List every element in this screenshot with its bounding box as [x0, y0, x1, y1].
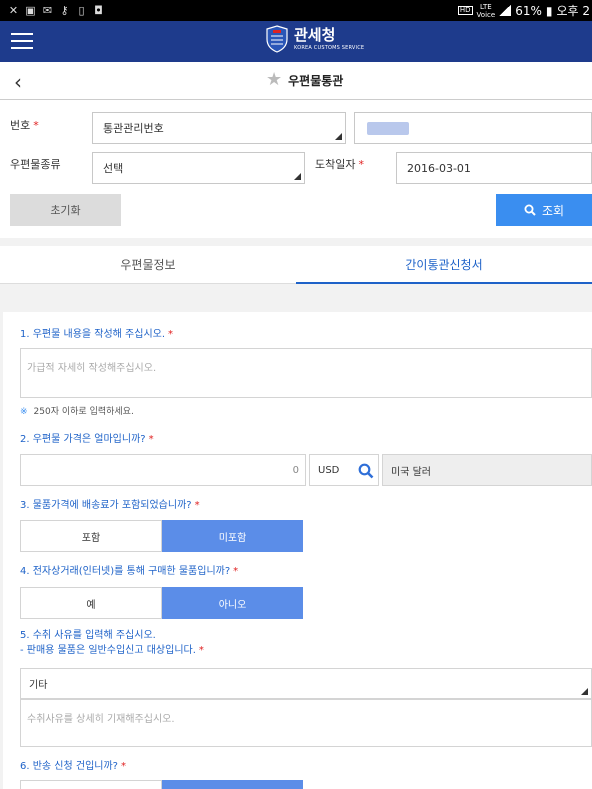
- currency-code-field[interactable]: USD: [309, 454, 379, 486]
- number-type-value: 통관관리번호: [103, 122, 164, 135]
- network-indicator: LTE Voice: [477, 3, 496, 19]
- dropdown-corner-icon: [335, 133, 342, 140]
- q4-label-text: 4. 전자상거래(인터넷)를 통해 구매한 물품입니까?: [20, 566, 231, 577]
- page-title: 우편물통관: [288, 73, 344, 88]
- status-bar: ✕ ▣ ✉ ⚷ ▯ ◘ HD LTE Voice 61% ▮ 오후 2: [0, 0, 592, 21]
- q3-label: 3. 물품가격에 배송료가 포함되었습니까? *: [20, 496, 200, 511]
- arrival-date-label: 도착일자 *: [315, 156, 364, 172]
- required-mark: *: [33, 119, 39, 132]
- required-mark: *: [358, 158, 364, 171]
- ecommerce-yes-option[interactable]: 예: [20, 587, 162, 619]
- search-icon: [524, 204, 536, 216]
- q3-label-text: 3. 물품가격에 배송료가 포함되었습니까?: [20, 500, 192, 511]
- shipping-included-option[interactable]: 포함: [20, 520, 162, 552]
- arrival-date-label-text: 도착일자: [315, 158, 356, 171]
- arrival-date-value: 2016-03-01: [407, 161, 471, 175]
- reason-detail-textarea[interactable]: 수취사유를 상세히 기재해주십시오.: [20, 699, 592, 747]
- search-form: 번호 * 통관관리번호 우편물종류 선택 도착일자 * 2016-03-01 초기화…: [0, 100, 592, 238]
- app-title: 관세청: [294, 25, 336, 44]
- reset-button[interactable]: 초기화: [10, 194, 121, 226]
- app-bar: 관세청 KOREA CUSTOMS SERVICE: [0, 21, 592, 62]
- required-mark: *: [148, 434, 154, 445]
- ecommerce-no-option[interactable]: 아니오: [162, 587, 303, 619]
- shipping-not-included-option[interactable]: 미포함: [162, 520, 303, 552]
- q4-label: 4. 전자상거래(인터넷)를 통해 구매한 물품입니까? *: [20, 562, 238, 577]
- search-button[interactable]: 조회: [496, 194, 592, 226]
- battery-level: 61%: [515, 3, 542, 18]
- q1-note-text: 250자 이하로 입력하세요.: [33, 407, 134, 417]
- q2-label: 2. 우편물 가격은 얼마입니까? *: [20, 430, 154, 445]
- tab-mail-info[interactable]: 우편물정보: [0, 246, 296, 284]
- required-mark: *: [168, 329, 174, 340]
- q2-label-text: 2. 우편물 가격은 얼마입니까?: [20, 434, 146, 445]
- number-label: 번호 *: [10, 117, 39, 133]
- required-mark: *: [198, 645, 204, 656]
- number-input[interactable]: [354, 112, 592, 144]
- app-subtitle: KOREA CUSTOMS SERVICE: [294, 44, 365, 51]
- required-mark: *: [194, 500, 200, 511]
- page-header: ‹ ★ 우편물통관: [0, 62, 592, 100]
- application-form: 1. 우편물 내용을 작성해 주십시오. * 가급적 자세히 작성해주십시오. ※…: [3, 312, 592, 789]
- q6-label-text: 6. 반송 신청 건입니까?: [20, 761, 118, 772]
- mail-icon: ✉: [42, 4, 53, 17]
- q5-label-line2: - 판매용 물품은 일반수입신고 대상입니다.: [20, 645, 196, 656]
- network-top: LTE: [480, 2, 492, 11]
- hd-badge: HD: [457, 6, 473, 15]
- mail-type-select[interactable]: 선택: [92, 152, 305, 184]
- q1-note: ※ 250자 이하로 입력하세요.: [20, 404, 134, 417]
- content-textarea[interactable]: 가급적 자세히 작성해주십시오.: [20, 348, 592, 398]
- currency-name: 미국 달러: [391, 466, 431, 478]
- q5-label-line1: 5. 수취 사유를 입력해 주십시오.: [20, 630, 156, 641]
- menu-icon[interactable]: [11, 33, 33, 50]
- number-label-text: 번호: [10, 119, 31, 132]
- dropdown-corner-icon: [581, 688, 588, 695]
- reason-select[interactable]: 기타: [20, 668, 592, 699]
- currency-code: USD: [318, 464, 340, 476]
- mail-type-label: 우편물종류: [10, 158, 61, 171]
- search-icon[interactable]: [358, 463, 374, 479]
- battery-icon: ▮: [545, 3, 553, 18]
- customs-shield-icon: [266, 25, 288, 53]
- q5-label: 5. 수취 사유를 입력해 주십시오. - 판매용 물품은 일반수입신고 대상입…: [20, 628, 204, 658]
- price-input[interactable]: 0: [20, 454, 306, 486]
- masked-number: [367, 122, 409, 135]
- required-mark: *: [121, 761, 126, 772]
- return-no-option[interactable]: [162, 780, 303, 789]
- q1-label: 1. 우편물 내용을 작성해 주십시오. *: [20, 325, 173, 340]
- reason-value: 기타: [29, 680, 48, 691]
- mail-type-value: 선택: [103, 162, 124, 175]
- dropdown-corner-icon: [294, 173, 301, 180]
- number-type-select[interactable]: 통관관리번호: [92, 112, 346, 144]
- note-icon: ※: [20, 407, 28, 417]
- star-icon[interactable]: ★: [266, 71, 282, 89]
- required-mark: *: [233, 566, 239, 577]
- currency-name-field: 미국 달러: [382, 454, 592, 486]
- missed-call-icon: ✕: [8, 4, 19, 17]
- q1-label-text: 1. 우편물 내용을 작성해 주십시오.: [20, 329, 166, 340]
- notification-icons: ✕ ▣ ✉ ⚷ ▯ ◘: [0, 4, 104, 17]
- key-icon: ⚷: [60, 4, 69, 17]
- return-yes-option[interactable]: [20, 780, 162, 789]
- clock: 오후 2: [556, 4, 590, 18]
- network-bottom: Voice: [476, 10, 496, 19]
- search-button-label: 조회: [541, 203, 565, 218]
- price-value: 0: [292, 464, 299, 476]
- file-icon: ▯: [78, 4, 85, 17]
- bag-icon: ◘: [94, 4, 103, 17]
- q6-label: 6. 반송 신청 건입니까? *: [20, 757, 126, 772]
- back-arrow-icon[interactable]: ‹: [14, 70, 22, 94]
- signal-icon: [499, 5, 512, 16]
- tab-simple-clearance[interactable]: 간이통관신청서: [296, 246, 592, 284]
- image-icon: ▣: [25, 4, 36, 17]
- logo[interactable]: 관세청 KOREA CUSTOMS SERVICE: [266, 25, 364, 53]
- tab-bar: 우편물정보 간이통관신청서: [0, 246, 592, 284]
- arrival-date-input[interactable]: 2016-03-01: [396, 152, 592, 184]
